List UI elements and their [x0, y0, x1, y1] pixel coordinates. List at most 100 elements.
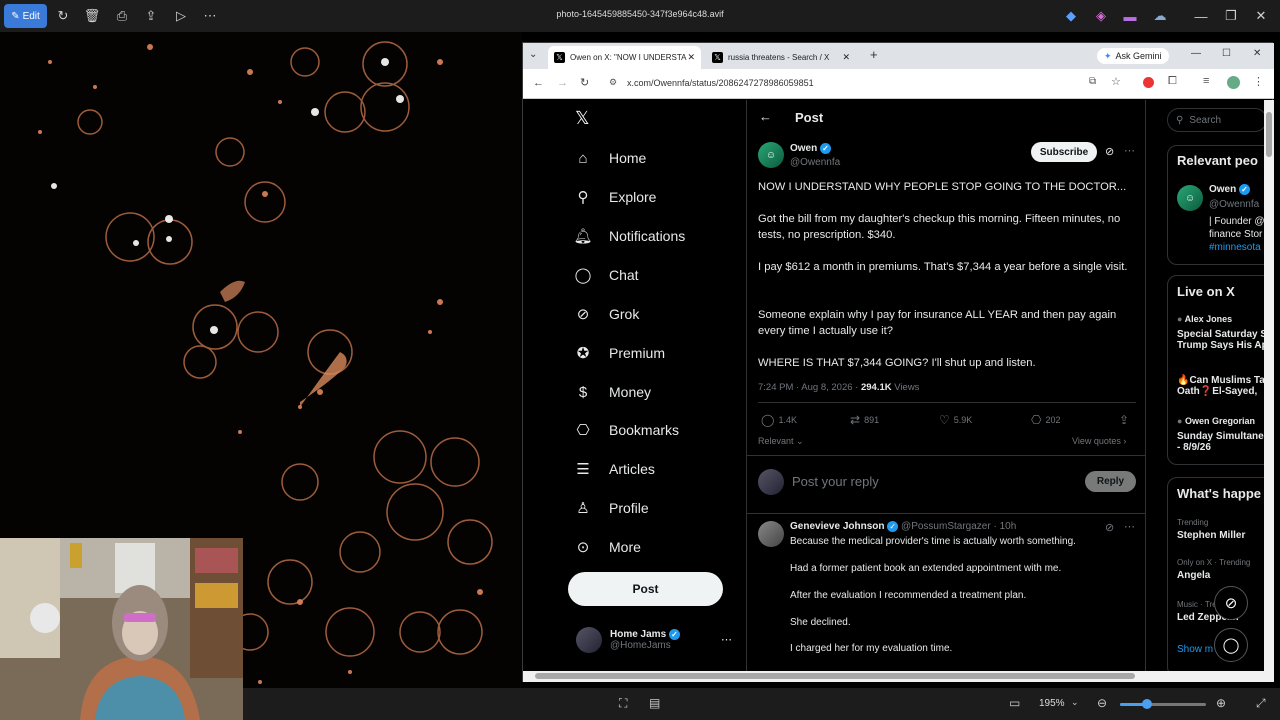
reply-text: Had a former patient book an extended ap…: [790, 563, 1062, 574]
tab-search-icon[interactable]: ⌄: [529, 49, 537, 60]
kebab-menu-icon[interactable]: ⋮: [1253, 75, 1264, 88]
nav-home[interactable]: ⌂ Home: [573, 143, 646, 173]
relevant-name[interactable]: Owen ✓: [1209, 184, 1251, 195]
close-tab-icon[interactable]: ✕: [687, 52, 695, 63]
reply-input[interactable]: Post your reply: [792, 474, 879, 489]
nav-premium[interactable]: ✪ Premium: [573, 338, 665, 368]
show-more-link[interactable]: Show m: [1177, 644, 1213, 655]
post-more-icon[interactable]: ⋯: [1124, 144, 1135, 157]
x-logo-icon[interactable]: 𝕏: [575, 108, 590, 129]
vertical-scrollbar[interactable]: [1264, 100, 1274, 671]
trend-item[interactable]: Trending Stephen Miller: [1177, 518, 1245, 541]
maximize-icon[interactable]: ☐: [1222, 48, 1231, 59]
adblock-icon[interactable]: [1143, 77, 1154, 88]
minimize-icon[interactable]: —: [1191, 48, 1201, 59]
bookmark-action[interactable]: ⎔ 202: [1031, 413, 1061, 427]
gemini-icon: ✦: [1104, 50, 1112, 61]
reply-text: Because the medical provider's time is a…: [790, 536, 1076, 547]
grok-fab-icon[interactable]: ⊘: [1214, 586, 1248, 620]
minimize-icon[interactable]: —: [1190, 5, 1212, 27]
details-icon[interactable]: ▤: [649, 696, 660, 710]
author-name[interactable]: Owen ✓: [790, 143, 832, 154]
account-more-icon[interactable]: ⋯: [721, 633, 732, 646]
post-text: WHERE IS THAT $7,344 GOING? I'll shut up…: [758, 357, 1036, 369]
back-arrow-icon[interactable]: ←: [759, 109, 772, 124]
sort-dropdown[interactable]: Relevant ⌄: [758, 436, 804, 447]
url-field[interactable]: x.com/Owennfa/status/2086247278986059851: [627, 78, 814, 88]
scrollbar-thumb[interactable]: [1266, 112, 1272, 157]
grok-icon: ⊘: [576, 306, 590, 323]
live-item[interactable]: ● Alex Jones Special Saturday S Trump Sa…: [1177, 314, 1264, 351]
nav-money[interactable]: $ Money: [573, 377, 651, 407]
star-icon[interactable]: ☆: [1111, 75, 1121, 88]
tab-inactive[interactable]: 𝕏 russia threatens - Search / X ✕: [706, 46, 856, 69]
nav-articles[interactable]: ☰ Articles: [573, 454, 655, 484]
reply-author[interactable]: Genevieve Johnson ✓ @PossumStargazer · 1…: [790, 521, 1016, 532]
nav-more[interactable]: ⊙ More: [573, 532, 641, 562]
horizontal-scrollbar[interactable]: [523, 671, 1274, 682]
close-icon[interactable]: ✕: [1253, 48, 1261, 59]
scrollbar-thumb[interactable]: [535, 673, 1135, 679]
grok-icon[interactable]: ⊘: [1105, 145, 1114, 158]
relevant-people-card: Relevant peo ☺ Owen ✓ @Owennfa | Founder…: [1167, 145, 1264, 265]
author-avatar[interactable]: ☺: [758, 142, 784, 168]
author-handle[interactable]: @Owennfa: [790, 157, 840, 168]
live-item[interactable]: ● Owen Gregorian Sunday Simultane - 8/9/…: [1177, 416, 1264, 453]
tab-active[interactable]: 𝕏 Owen on X: "NOW I UNDERSTA ✕: [548, 46, 701, 69]
reply-author-avatar[interactable]: [758, 521, 784, 547]
profile-avatar[interactable]: [1227, 76, 1240, 89]
divider: [758, 402, 1136, 403]
nav-bookmarks[interactable]: ⎔ Bookmarks: [573, 415, 679, 445]
nav-explore[interactable]: ⚲ Explore: [573, 182, 657, 212]
ask-gemini-button[interactable]: ✦ Ask Gemini: [1097, 48, 1169, 64]
back-icon[interactable]: ←: [533, 77, 544, 89]
forward-icon[interactable]: →: [557, 77, 568, 89]
fit-icon[interactable]: ⛶: [619, 696, 627, 711]
clipchamp-icon[interactable]: ▬: [1119, 5, 1141, 27]
grok-icon[interactable]: ⊘: [1105, 521, 1114, 534]
account-switcher[interactable]: Home Jams ✓ @HomeJams: [576, 627, 680, 653]
main-column: ← Post ☺ Owen ✓ @Owennfa Subscribe ⊘ ⋯ N…: [746, 100, 1146, 671]
nav-profile[interactable]: ♙ Profile: [573, 493, 648, 523]
relevant-avatar[interactable]: ☺: [1177, 185, 1203, 211]
zoom-slider[interactable]: [1120, 699, 1206, 709]
copilot-icon[interactable]: ◈: [1090, 5, 1112, 27]
new-tab-icon[interactable]: +: [870, 47, 878, 62]
nav-grok[interactable]: ⊘ Grok: [573, 299, 640, 329]
maximize-icon[interactable]: ❐: [1220, 5, 1242, 27]
reply-action[interactable]: ◯ 1.4K: [761, 413, 797, 427]
repost-action[interactable]: ⇄ 891: [850, 413, 879, 427]
subscribe-button[interactable]: Subscribe: [1031, 142, 1097, 162]
close-tab-icon[interactable]: ✕: [842, 52, 850, 63]
zoom-slider-thumb[interactable]: [1142, 699, 1152, 709]
close-icon[interactable]: ✕: [1250, 5, 1272, 27]
site-info-icon[interactable]: ⚙: [609, 77, 617, 88]
verified-icon: ✓: [1239, 184, 1251, 195]
extensions-icon[interactable]: ⧠: [1168, 75, 1177, 88]
reply-more-icon[interactable]: ⋯: [1124, 520, 1135, 533]
install-icon[interactable]: ⧉: [1089, 76, 1096, 87]
aspect-icon[interactable]: ▭: [1009, 696, 1020, 710]
nav-notifications[interactable]: 🔔︎ Notifications: [573, 221, 685, 251]
like-action[interactable]: ♡ 5.9K: [939, 413, 972, 427]
menu-icon[interactable]: ≡: [1203, 75, 1209, 87]
app-icon[interactable]: ◆: [1060, 5, 1082, 27]
fullscreen-icon[interactable]: ⤢: [1256, 696, 1266, 711]
nav-chat[interactable]: ◯ Chat: [573, 260, 639, 290]
live-item[interactable]: 🔥Can Muslims Ta Oath❓El-Sayed,: [1177, 375, 1264, 397]
view-quotes-link[interactable]: View quotes ›: [1072, 436, 1126, 446]
search-box[interactable]: ⚲ Search: [1167, 108, 1264, 132]
chat-fab-icon[interactable]: ◯: [1214, 628, 1248, 662]
zoom-out-icon[interactable]: ⊖: [1097, 696, 1107, 710]
trend-item[interactable]: Only on X · Trending Angela: [1177, 558, 1250, 581]
reload-icon[interactable]: ↻: [580, 76, 589, 89]
zoom-in-icon[interactable]: ⊕: [1216, 696, 1226, 710]
cloud-icon[interactable]: ☁: [1149, 5, 1171, 27]
reply-button[interactable]: Reply: [1085, 471, 1136, 492]
chevron-down-icon[interactable]: ⌄: [1071, 697, 1079, 708]
share-action[interactable]: ⇪: [1119, 413, 1129, 427]
post-button[interactable]: Post: [568, 572, 723, 606]
zoom-level[interactable]: 195%: [1039, 698, 1065, 709]
post-text: Got the bill from my daughter's checkup …: [758, 213, 1121, 241]
viewer-bottom-bar: ⛶ ▤ ▭ 195% ⌄ ⊖ ⊕ ⤢: [243, 688, 1280, 720]
